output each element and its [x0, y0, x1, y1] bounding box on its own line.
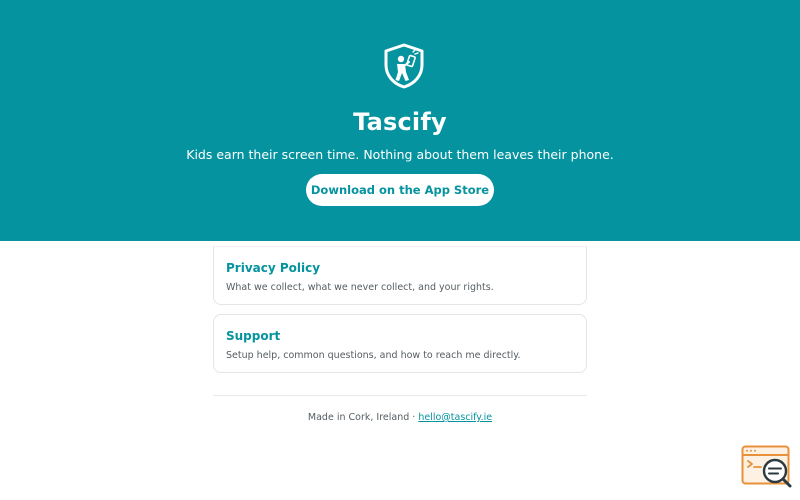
app-title: Tascify	[353, 108, 447, 136]
footer-location-text: Made in Cork, Ireland ·	[307, 412, 419, 423]
app-store-download-button[interactable]: Download on the App Store	[306, 174, 494, 206]
privacy-policy-title: Privacy Policy	[226, 261, 321, 275]
privacy-policy-card[interactable]: Privacy Policy What we collect, what we …	[213, 246, 587, 305]
privacy-policy-description: What we collect, what we never collect, …	[226, 282, 494, 293]
app-tagline: Kids earn their screen time. Nothing abo…	[186, 147, 614, 162]
footer-divider	[213, 395, 587, 396]
support-title: Support	[226, 329, 281, 343]
window-search-icon[interactable]	[741, 445, 793, 489]
support-card[interactable]: Support Setup help, common questions, an…	[213, 314, 587, 373]
support-description: Setup help, common questions, and how to…	[226, 350, 521, 361]
contact-email-link[interactable]: hello@tascify.ie	[418, 412, 492, 423]
footer: Made in Cork, Ireland · hello@tascify.ie	[0, 411, 800, 424]
hero-banner: Tascify Kids earn their screen time. Not…	[0, 0, 800, 241]
shield-kid-phone-icon	[384, 43, 424, 89]
